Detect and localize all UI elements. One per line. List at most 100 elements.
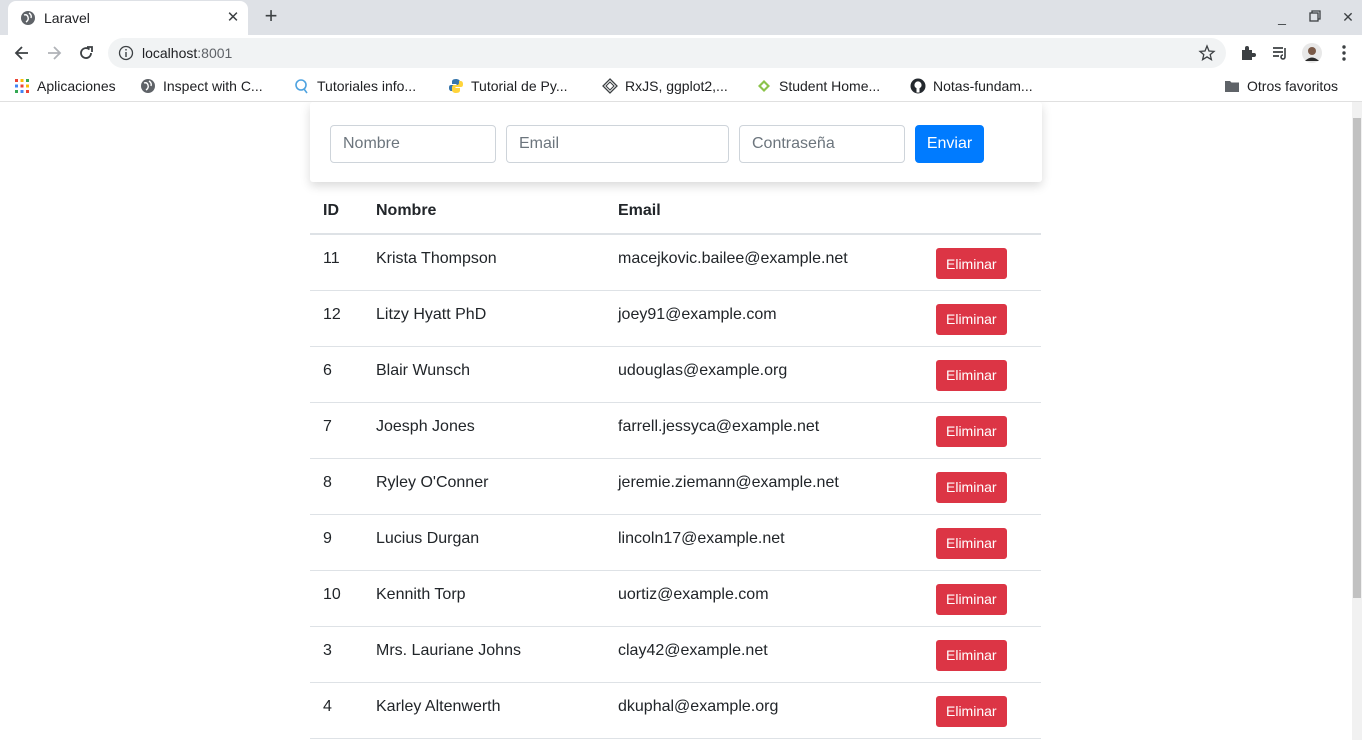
cell-id: 7 [310, 402, 363, 459]
close-tab-icon[interactable]: ✕ [224, 9, 242, 27]
cell-email: macejkovic.bailee@example.net [605, 234, 923, 291]
table-row: 7 Joesph Jones farrell.jessyca@example.net… [310, 402, 1041, 459]
cell-id: 11 [310, 234, 363, 291]
cell-actions: Eliminar [923, 234, 1041, 291]
other-bookmarks-label: Otros favoritos [1247, 78, 1339, 94]
table-body: 11 Krista Thompson macejkovic.bailee@examp… [310, 234, 1041, 739]
delete-button[interactable]: Eliminar [936, 639, 1007, 671]
other-bookmarks[interactable]: Otros favoritos [1224, 77, 1338, 95]
leaf-icon [758, 80, 770, 92]
table-row: 12 Litzy Hyatt PhD joey91@example.com Elimi… [310, 290, 1041, 347]
folder-icon [1225, 81, 1239, 92]
bookmark-star-icon[interactable] [1198, 44, 1216, 62]
cell-id: 9 [310, 514, 363, 571]
bookmark-notas[interactable]: Notas-fundam... [910, 77, 1033, 95]
header-actions [923, 188, 1041, 235]
bookmarks-bar: Aplicaciones Inspect with C... Tutoriale… [0, 71, 1362, 102]
delete-button[interactable]: Eliminar [936, 359, 1007, 391]
header-name: Nombre [363, 188, 605, 235]
bookmark-label: Inspect with C... [163, 78, 263, 94]
bookmark-inspect[interactable]: Inspect with C... [140, 77, 263, 95]
cell-name: Litzy Hyatt PhD [363, 290, 605, 347]
table-row: 3 Mrs. Lauriane Johns clay42@example.net El… [310, 626, 1041, 683]
avatar[interactable] [1302, 43, 1322, 63]
delete-button[interactable]: Eliminar [936, 471, 1007, 503]
cell-id: 12 [310, 290, 363, 347]
cell-name: Mrs. Lauriane Johns [363, 626, 605, 683]
header-id: ID [310, 188, 363, 235]
table-row: 9 Lucius Durgan lincoln17@example.net Elimi… [310, 514, 1041, 571]
cell-actions: Eliminar [923, 458, 1041, 515]
cell-id: 10 [310, 570, 363, 627]
scrollbar-thumb[interactable] [1353, 118, 1361, 598]
bookmark-apps[interactable]: Aplicaciones [14, 77, 116, 95]
minimize-icon[interactable]: _ [1274, 9, 1290, 25]
reload-icon[interactable] [76, 43, 96, 63]
bookmark-label: Notas-fundam... [933, 78, 1033, 94]
back-icon[interactable] [12, 43, 32, 63]
delete-button[interactable]: Eliminar [936, 303, 1007, 335]
users-table: ID Nombre Email 11 Krista Thompson macejko… [310, 188, 1041, 739]
bookmark-label: Aplicaciones [37, 78, 116, 94]
table-row: 11 Krista Thompson macejkovic.bailee@examp… [310, 234, 1041, 291]
media-queue-icon[interactable] [1270, 43, 1290, 63]
cell-name: Krista Thompson [363, 234, 605, 291]
new-tab-icon[interactable]: + [260, 5, 282, 28]
cell-name: Karley Altenwerth [363, 682, 605, 739]
cell-actions: Eliminar [923, 626, 1041, 683]
delete-button[interactable]: Eliminar [936, 583, 1007, 615]
cell-actions: Eliminar [923, 346, 1041, 403]
forward-icon[interactable] [44, 43, 64, 63]
github-icon [910, 78, 926, 94]
create-user-form: Enviar [310, 102, 1042, 182]
extensions-icon[interactable] [1238, 43, 1258, 63]
table-row: 6 Blair Wunsch udouglas@example.org Elimina… [310, 346, 1041, 403]
bookmark-label: Student Home... [779, 78, 881, 94]
browser-tab[interactable]: Laravel ✕ [8, 1, 248, 35]
tab-strip: Laravel ✕ + _ ✕ [0, 0, 1362, 35]
password-input[interactable] [739, 125, 905, 163]
info-icon[interactable] [118, 45, 134, 61]
url-port: :8001 [197, 45, 233, 61]
menu-kebab-icon[interactable] [1334, 43, 1354, 63]
delete-button[interactable]: Eliminar [936, 695, 1007, 727]
cell-email: uortiz@example.com [605, 570, 923, 627]
table-row: 10 Kennith Torp uortiz@example.com Eliminar [310, 570, 1041, 627]
cell-email: clay42@example.net [605, 626, 923, 683]
submit-button[interactable]: Enviar [915, 125, 984, 163]
page-content: Enviar ID Nombre Email 11Krista Thompson… [0, 102, 1352, 740]
scrollbar[interactable] [1352, 102, 1362, 740]
globe-icon [21, 11, 35, 25]
diamond-icon [602, 78, 618, 94]
cell-id: 4 [310, 682, 363, 739]
bookmark-tutoriales[interactable]: Tutoriales info... [294, 77, 416, 95]
cell-name: Blair Wunsch [363, 346, 605, 403]
bookmark-rxjs[interactable]: RxJS, ggplot2,... [602, 77, 728, 95]
email-input[interactable] [506, 125, 729, 163]
name-input[interactable] [330, 125, 496, 163]
cell-id: 8 [310, 458, 363, 515]
close-window-icon[interactable]: ✕ [1340, 9, 1356, 25]
bookmark-label: Tutorial de Py... [471, 78, 568, 94]
table-row: 4 Karley Altenwerth dkuphal@example.org Eli… [310, 682, 1041, 739]
delete-button[interactable]: Eliminar [936, 527, 1007, 559]
tab-title: Laravel [44, 10, 90, 26]
table-row: 8 Ryley O'Conner jeremie.ziemann@example.n… [310, 458, 1041, 515]
url-host: localhost [142, 45, 198, 61]
delete-button[interactable]: Eliminar [936, 415, 1007, 447]
bookmark-label: Tutoriales info... [317, 78, 417, 94]
table-header-row: ID Nombre Email [310, 188, 1041, 235]
cell-actions: Eliminar [923, 682, 1041, 739]
cell-id: 6 [310, 346, 363, 403]
address-bar[interactable]: localhost:8001 [108, 38, 1226, 68]
delete-button[interactable]: Eliminar [936, 248, 1007, 279]
header-email: Email [605, 188, 923, 235]
bookmark-student-home[interactable]: Student Home... [756, 77, 880, 95]
cell-name: Ryley O'Conner [363, 458, 605, 515]
cell-actions: Eliminar [923, 402, 1041, 459]
restore-icon[interactable] [1307, 9, 1323, 25]
cell-actions: Eliminar [923, 570, 1041, 627]
bookmark-python[interactable]: Tutorial de Py... [448, 77, 567, 95]
apps-grid-icon [15, 79, 29, 93]
cell-actions: Eliminar [923, 514, 1041, 571]
